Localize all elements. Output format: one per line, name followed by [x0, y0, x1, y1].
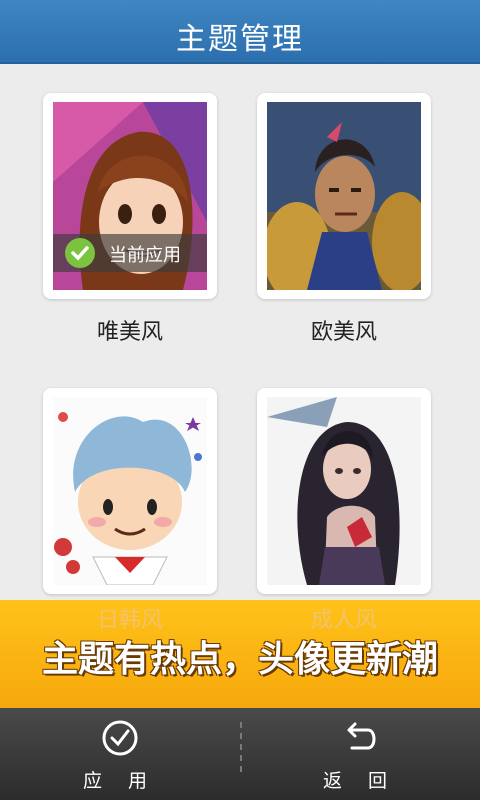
theme-card-oumei[interactable]: [257, 93, 431, 299]
back-button[interactable]: 返 回: [240, 708, 480, 800]
warrior-avatar-image: [267, 102, 421, 290]
promo-banner: 日韩风 成人风 主题有热点，头像更新潮: [0, 600, 480, 708]
theme-thumbnail-oumei: [267, 102, 421, 290]
theme-label-oumei: 欧美风: [310, 320, 377, 345]
theme-label-weimei: 唯美风: [96, 320, 163, 345]
promo-banner-text: 主题有热点，头像更新潮: [41, 639, 438, 680]
apply-button-label: 应 用: [82, 770, 158, 792]
title-bar: 主题管理: [0, 0, 480, 64]
fantasy-girl-avatar-image: [267, 397, 421, 585]
bottom-action-bar: 应 用 返 回: [0, 708, 480, 800]
check-circle-icon: [102, 720, 138, 756]
theme-thumbnail-chengren: [267, 397, 421, 585]
current-theme-text: 当前应用: [109, 245, 181, 266]
cartoon-boy-avatar-image: [53, 397, 207, 585]
apply-button[interactable]: 应 用: [0, 708, 240, 800]
theme-thumbnail-rihan: [53, 397, 207, 585]
check-icon: [65, 238, 95, 268]
theme-thumbnail-weimei: 当前应用: [53, 102, 207, 290]
theme-card-rihan[interactable]: [43, 388, 217, 594]
theme-card-weimei[interactable]: 当前应用: [43, 93, 217, 299]
theme-card-chengren[interactable]: [257, 388, 431, 594]
return-arrow-icon: [347, 722, 376, 750]
page-title: 主题管理: [176, 22, 304, 57]
current-theme-badge: 当前应用: [53, 234, 207, 272]
back-button-label: 返 回: [322, 770, 398, 792]
